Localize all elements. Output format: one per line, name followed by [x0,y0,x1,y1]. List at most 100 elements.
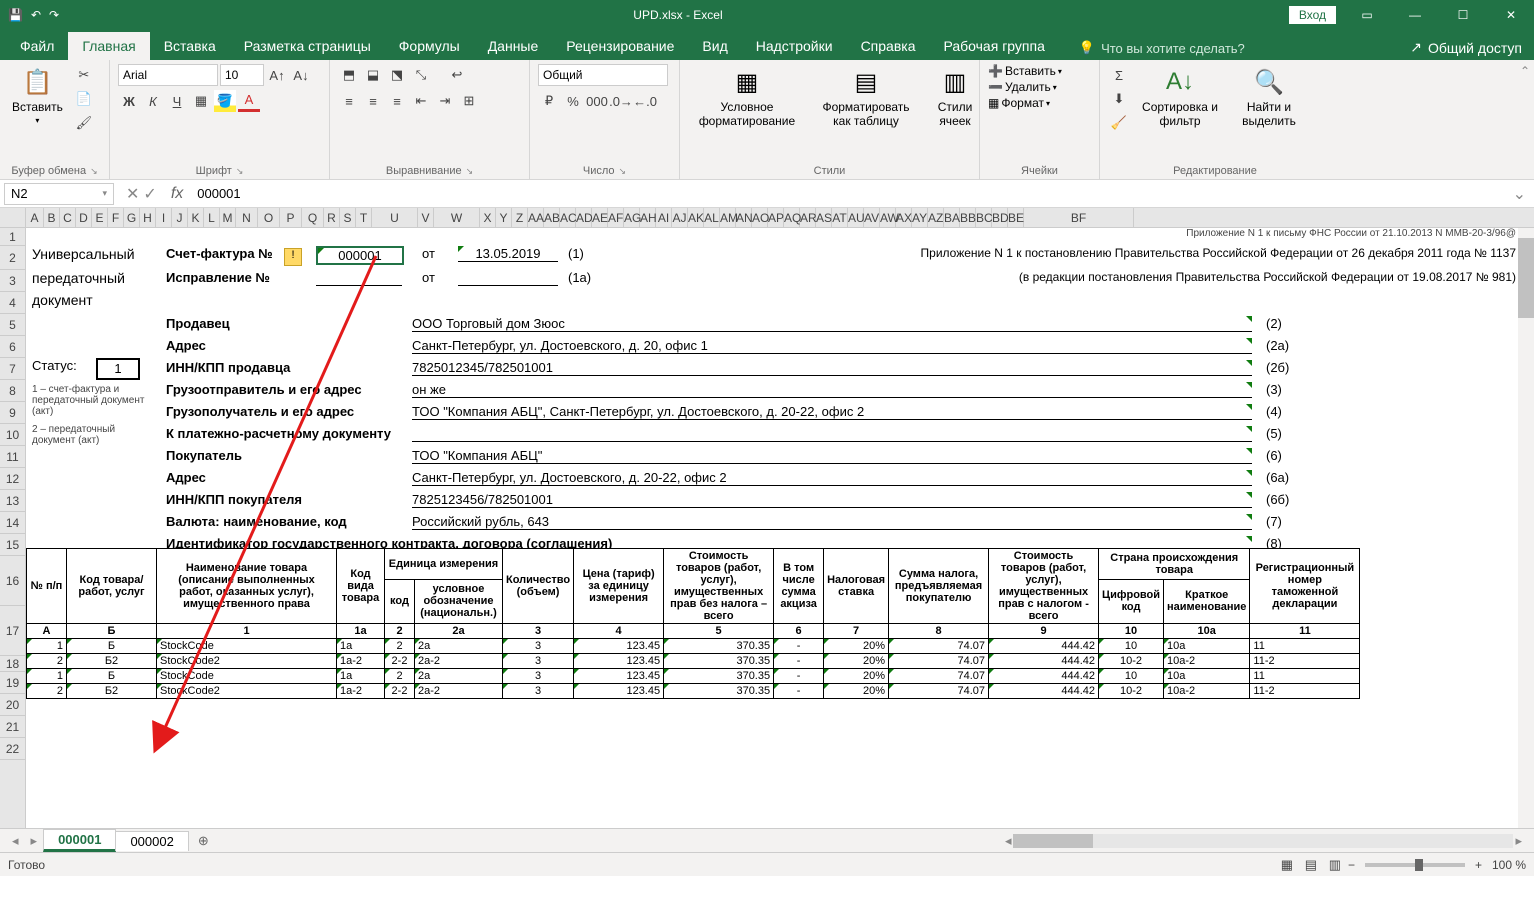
scroll-left-icon[interactable]: ◂ [1005,833,1012,849]
close-icon[interactable]: ✕ [1488,0,1534,30]
fill-color-icon[interactable]: 🪣 [214,90,236,112]
indent-dec-icon[interactable]: ⇤ [410,90,432,112]
column-header[interactable]: AU [848,208,864,227]
table-cell[interactable]: 3 [503,639,574,654]
column-header[interactable]: AA [528,208,544,227]
table-cell[interactable]: 444.42 [989,639,1099,654]
column-header[interactable]: L [204,208,220,227]
table-cell[interactable]: 10 [1099,669,1164,684]
table-cell[interactable]: - [774,639,824,654]
fx-icon[interactable]: fx [165,185,189,203]
column-header[interactable]: AK [688,208,704,227]
tab-addins[interactable]: Надстройки [742,32,847,60]
column-header[interactable]: Y [496,208,512,227]
table-cell[interactable]: 1 [27,669,67,684]
column-header[interactable]: J [172,208,188,227]
table-cell[interactable]: StockCode2 [157,654,337,669]
add-sheet-icon[interactable]: ⊕ [188,833,219,849]
error-indicator-icon[interactable]: ! [284,248,302,266]
column-header[interactable]: M [220,208,236,227]
tab-help[interactable]: Справка [847,32,930,60]
decrease-font-icon[interactable]: A↓ [290,64,312,86]
column-header[interactable]: AG [624,208,640,227]
column-header[interactable]: R [324,208,340,227]
column-header[interactable]: U [372,208,418,227]
zoom-level[interactable]: 100 % [1492,858,1526,872]
tab-formulas[interactable]: Формулы [385,32,474,60]
border-icon[interactable]: ▦ [190,90,212,112]
column-header[interactable]: AW [880,208,896,227]
column-header[interactable]: X [480,208,496,227]
indent-inc-icon[interactable]: ⇥ [434,90,456,112]
table-cell[interactable]: 123.45 [574,654,664,669]
collapse-ribbon-icon[interactable]: ⌃ [1520,64,1530,78]
formula-input[interactable]: 000001 [189,186,1504,201]
copy-icon[interactable]: 📄 [73,88,95,110]
column-header[interactable]: BE [1008,208,1024,227]
column-header[interactable]: AN [736,208,752,227]
table-cell[interactable]: StockCode [157,669,337,684]
column-header[interactable]: O [258,208,280,227]
row-header[interactable]: 22 [0,738,25,760]
scroll-right-icon[interactable]: ▸ [1515,833,1522,849]
column-header[interactable]: E [92,208,108,227]
enter-formula-icon[interactable]: ✓ [143,184,156,204]
row-header[interactable]: 16 [0,556,25,606]
zoom-slider[interactable] [1365,863,1465,867]
scrollbar-thumb[interactable] [1518,238,1534,318]
row-header[interactable]: 7 [0,358,25,380]
percent-icon[interactable]: % [562,90,584,112]
tab-layout[interactable]: Разметка страницы [230,32,385,60]
table-cell[interactable]: 10-2 [1099,654,1164,669]
table-cell[interactable]: 20% [824,639,889,654]
column-header[interactable]: AH [640,208,656,227]
table-cell[interactable]: 3 [503,684,574,699]
column-header[interactable]: T [356,208,372,227]
horizontal-scrollbar[interactable] [1013,834,1513,848]
currency-icon[interactable]: ₽ [538,90,560,112]
column-header[interactable]: AR [800,208,816,227]
table-cell[interactable]: 20% [824,654,889,669]
align-middle-icon[interactable]: ⬓ [362,64,384,86]
column-header[interactable]: BB [960,208,976,227]
find-select-button[interactable]: 🔍Найти и выделить [1230,64,1308,130]
column-header[interactable]: C [60,208,76,227]
table-cell[interactable]: 370.35 [664,684,774,699]
vertical-scrollbar[interactable] [1518,228,1534,828]
table-cell[interactable]: 74.07 [889,639,989,654]
table-cell[interactable]: 2а [415,669,503,684]
table-cell[interactable]: - [774,684,824,699]
column-header[interactable]: B [44,208,60,227]
column-header[interactable]: AT [832,208,848,227]
table-cell[interactable]: 74.07 [889,684,989,699]
increase-font-icon[interactable]: A↑ [266,64,288,86]
cell-styles-button[interactable]: ▥Стили ячеек [926,64,984,130]
table-cell[interactable]: 2а-2 [415,684,503,699]
minimize-icon[interactable]: — [1392,0,1438,30]
column-header[interactable]: N [236,208,258,227]
cancel-formula-icon[interactable]: ✕ [126,184,139,204]
table-cell[interactable]: 3 [503,654,574,669]
column-header[interactable]: F [108,208,124,227]
zoom-knob[interactable] [1415,859,1423,871]
decimal-inc-icon[interactable]: .0→ [610,90,632,112]
paste-button[interactable]: 📋 Вставить ▾ [8,64,67,127]
column-header[interactable]: AB [544,208,560,227]
row-header[interactable]: 17 [0,606,25,656]
row-header[interactable]: 9 [0,402,25,424]
table-cell[interactable]: 123.45 [574,639,664,654]
table-cell[interactable]: 2 [385,669,415,684]
share-button[interactable]: ↗ Общий доступ [1398,35,1534,60]
table-cell[interactable]: 2а [415,639,503,654]
italic-button[interactable]: К [142,90,164,112]
column-header[interactable]: G [124,208,140,227]
table-cell[interactable]: - [774,654,824,669]
spreadsheet-grid[interactable]: ABCDEFGHIJKLMNOPQRSTUVWXYZAAABACADAEAFAG… [0,208,1534,828]
table-cell[interactable]: 370.35 [664,639,774,654]
column-header[interactable]: AY [912,208,928,227]
insert-cells-button[interactable]: ➕Вставить▾ [988,64,1062,78]
tab-file[interactable]: Файл [6,32,68,60]
delete-cells-button[interactable]: ➖Удалить▾ [988,80,1057,94]
select-all-corner[interactable] [0,208,26,227]
normal-view-icon[interactable]: ▦ [1276,854,1298,876]
